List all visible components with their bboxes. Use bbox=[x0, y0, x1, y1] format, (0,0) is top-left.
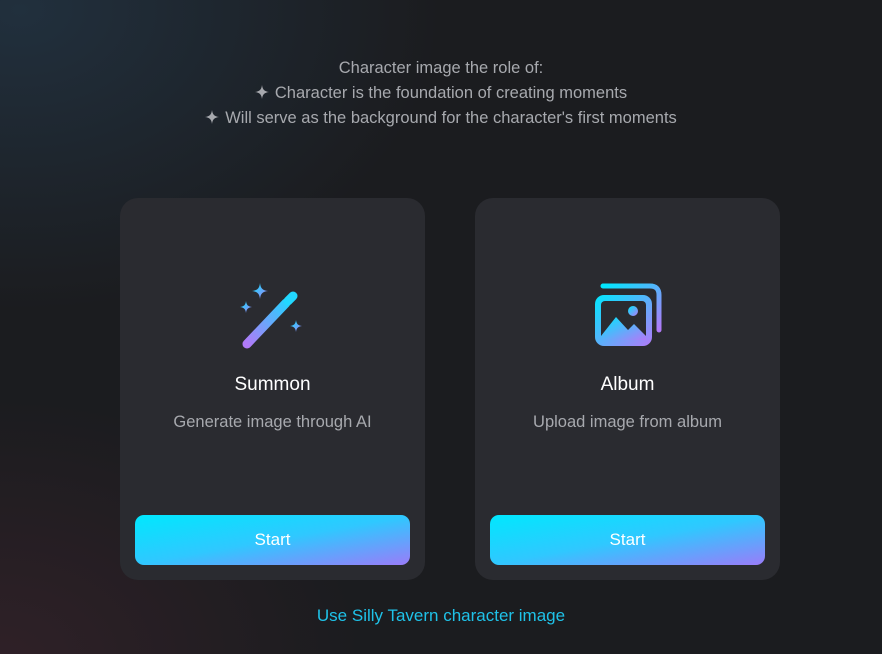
silly-tavern-link[interactable]: Use Silly Tavern character image bbox=[0, 606, 882, 626]
intro-text: Character image the role of: Character i… bbox=[0, 56, 882, 131]
card-title: Album bbox=[600, 374, 655, 395]
card-description: Generate image through AI bbox=[173, 413, 372, 431]
intro-point-text: Will serve as the background for the cha… bbox=[225, 109, 677, 127]
intro-point-text: Character is the foundation of creating … bbox=[274, 84, 628, 102]
summon-card[interactable]: Summon Generate image through AI Start bbox=[120, 198, 425, 580]
intro-heading: Character image the role of: bbox=[338, 59, 544, 77]
sparkle-icon bbox=[205, 110, 220, 124]
summon-start-button[interactable]: Start bbox=[135, 515, 410, 565]
card-title: Summon bbox=[234, 374, 311, 395]
intro-point: Character is the foundation of creating … bbox=[0, 81, 882, 106]
intro-point: Will serve as the background for the cha… bbox=[0, 106, 882, 131]
album-icon bbox=[595, 283, 662, 346]
magic-wand-icon bbox=[240, 283, 302, 349]
sparkle-icon bbox=[254, 85, 269, 99]
card-description: Upload image from album bbox=[533, 413, 722, 431]
album-card[interactable]: Album Upload image from album Start bbox=[475, 198, 780, 580]
album-start-button[interactable]: Start bbox=[490, 515, 765, 565]
